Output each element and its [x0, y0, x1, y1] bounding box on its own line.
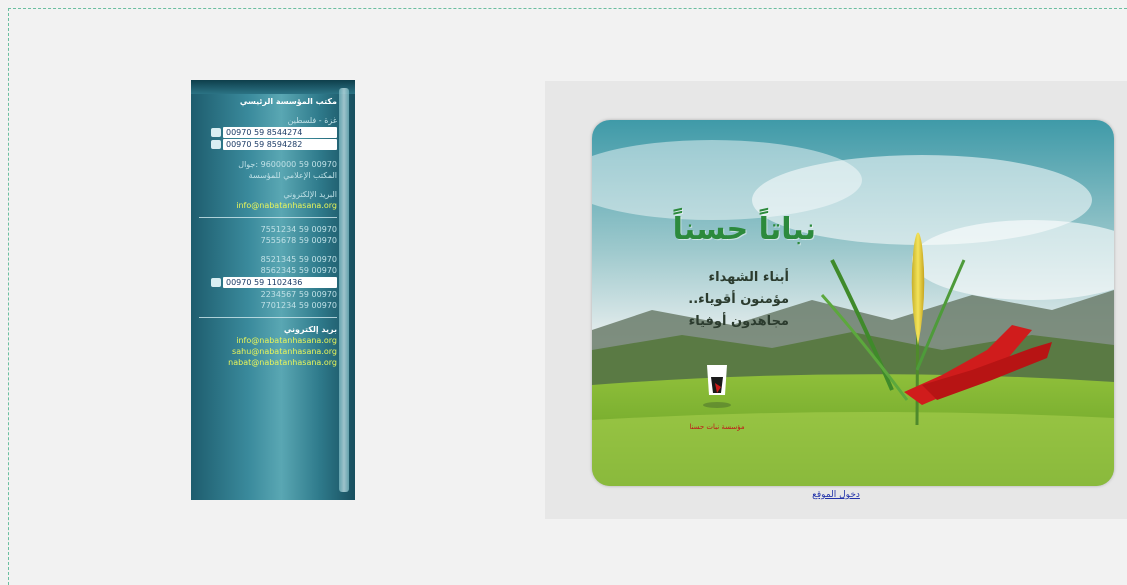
phone-number: 00970 59 8544274	[223, 127, 337, 138]
logo-caption: مؤسسة نبات حسنا	[689, 423, 745, 431]
intro-banner: مؤسسة نبات حسنا نباتاً حسناً أبناء الشهد…	[545, 81, 1127, 519]
contact-lines: مكتب المؤسسة الرئيسي غزة - فلسطين 00970 59…	[199, 96, 337, 368]
contact-line	[199, 151, 337, 159]
contact-line: info@nabatanhasana.org	[236, 336, 337, 345]
contact-line: info@nabatanhasana.org	[236, 201, 337, 210]
contact-line: 00970 59 8521345	[260, 255, 337, 264]
contact-line: nabat@nabatanhasana.org	[228, 358, 337, 367]
enter-site-link[interactable]: دخول الموقع	[545, 490, 1127, 500]
phone-number: 00970 59 8594282	[223, 139, 337, 150]
contact-line: 00970 59 7551234	[260, 225, 337, 234]
banner-line-3: مجاهدون أوفياء	[688, 314, 789, 329]
banner-image[interactable]: مؤسسة نبات حسنا نباتاً حسناً أبناء الشهد…	[592, 120, 1114, 486]
contact-line	[199, 246, 337, 254]
phone-entry[interactable]: 00970 59 1102436	[199, 277, 337, 288]
phone-icon	[211, 140, 221, 149]
contact-line	[199, 107, 337, 115]
phone-number: 00970 59 1102436	[223, 277, 337, 288]
contact-line: sahu@nabatanhasana.org	[232, 347, 337, 356]
contact-line: مكتب المؤسسة الرئيسي	[239, 97, 337, 106]
phone-entry[interactable]: 00970 59 8594282	[199, 139, 337, 150]
contact-panel: مكتب المؤسسة الرئيسي غزة - فلسطين 00970 59…	[191, 80, 355, 500]
banner-line-1: أبناء الشهداء	[708, 270, 789, 285]
contact-line: المكتب الإعلامي للمؤسسة	[248, 171, 337, 180]
contact-line: 00970 59 9600000 :جوال	[238, 160, 337, 169]
banner-line-2: مؤمنون أقوياء..	[688, 292, 789, 307]
contact-divider	[199, 217, 337, 218]
contact-line: البريد الإلكتروني	[283, 190, 337, 199]
contact-line: 00970 59 2234567	[260, 290, 337, 299]
contact-line: بريد إلكتروني	[283, 325, 337, 334]
panel-scrollbar[interactable]	[339, 88, 349, 492]
banner-title: نباتاً حسناً	[672, 212, 816, 247]
contact-line: 00970 59 7555678	[260, 236, 337, 245]
phone-icon	[211, 278, 221, 287]
panel-top-shade	[191, 80, 355, 94]
contact-line: غزة - فلسطين	[287, 116, 337, 125]
phone-icon	[211, 128, 221, 137]
contact-line	[199, 181, 337, 189]
contact-divider	[199, 317, 337, 318]
contact-line: 00970 59 8562345	[260, 266, 337, 275]
phone-entry[interactable]: 00970 59 8544274	[199, 127, 337, 138]
contact-line: 00970 59 7701234	[260, 301, 337, 310]
